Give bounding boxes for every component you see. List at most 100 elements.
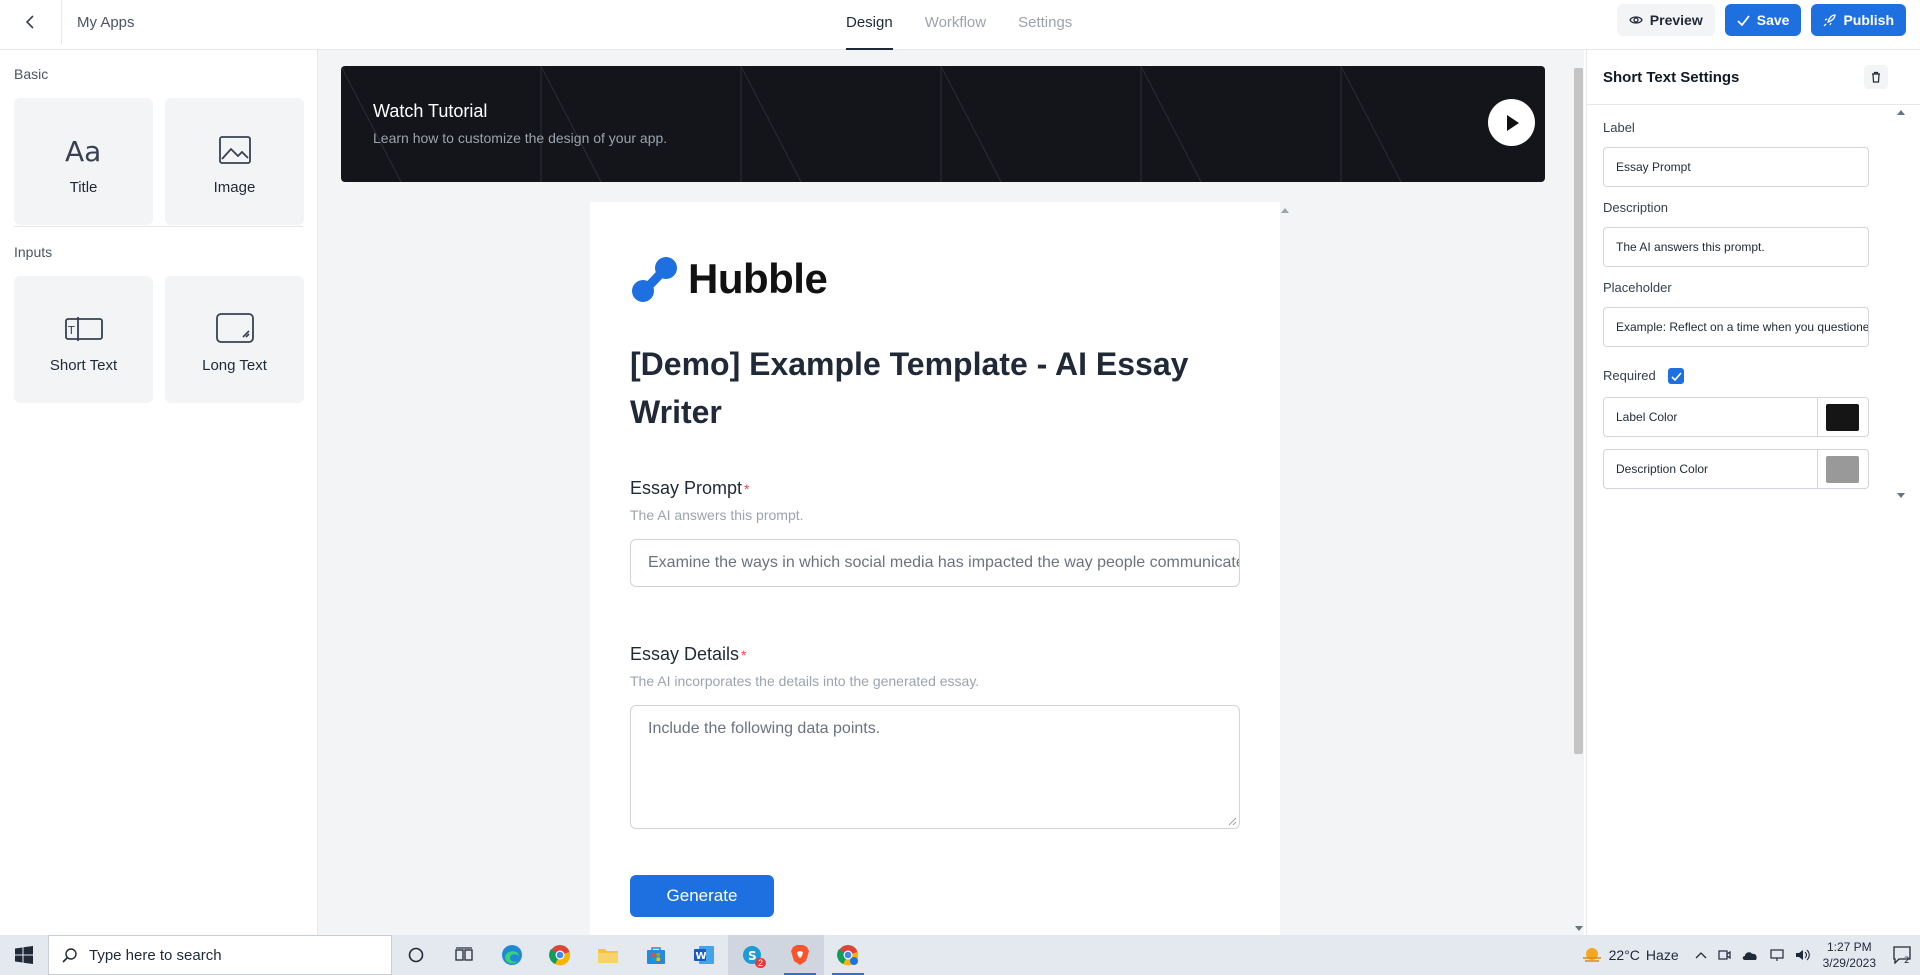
notification-badge: 2 <box>754 958 766 968</box>
settings-panel: Short Text Settings Label Essay Prompt D… <box>1586 50 1920 935</box>
section-divider <box>14 226 303 227</box>
required-checkbox[interactable] <box>1668 368 1684 384</box>
divider <box>1817 398 1818 436</box>
essay-details-label[interactable]: Essay Details * <box>630 644 747 665</box>
short-text-icon: T <box>64 311 103 345</box>
check-icon <box>1670 371 1682 381</box>
tab-settings[interactable]: Settings <box>1018 0 1072 50</box>
breadcrumb-my-apps[interactable]: My Apps <box>77 14 135 31</box>
svg-text:T: T <box>67 324 75 337</box>
blocks-panel: Basic Aa Title Image Inputs T Short Text… <box>0 50 318 935</box>
trash-icon <box>1872 71 1880 83</box>
save-button[interactable]: Save <box>1724 4 1802 36</box>
file-explorer-icon[interactable] <box>584 935 632 975</box>
placeholder-field[interactable]: Example: Reflect on a time when you ques… <box>1603 307 1869 347</box>
block-short-text[interactable]: T Short Text <box>14 276 153 403</box>
block-title[interactable]: Aa Title <box>14 98 153 225</box>
description-color-swatch[interactable] <box>1826 456 1859 483</box>
system-tray: 22°C Haze 1:27 PM 3/29/2023 2 <box>1581 935 1920 975</box>
tab-workflow[interactable]: Workflow <box>925 0 986 50</box>
scroll-down-arrow-icon[interactable] <box>1896 492 1906 500</box>
canvas-scrollbar[interactable] <box>1572 64 1584 935</box>
scroll-down-arrow-icon[interactable] <box>1574 925 1584 933</box>
network-icon[interactable] <box>1769 948 1785 962</box>
generate-button[interactable]: Generate <box>630 875 774 917</box>
volume-icon[interactable] <box>1795 948 1811 962</box>
play-button[interactable] <box>1488 99 1535 146</box>
preview-button[interactable]: Preview <box>1616 4 1715 36</box>
windows-taskbar: Type here to search W S 2 22°C Haze 1:27… <box>0 935 1920 975</box>
settings-title: Short Text Settings <box>1603 69 1740 86</box>
onedrive-cloud-icon[interactable] <box>1741 949 1759 961</box>
publish-button[interactable]: Publish <box>1811 4 1906 36</box>
description-field[interactable]: The AI answers this prompt. <box>1603 227 1869 267</box>
tab-bar: Design Workflow Settings <box>846 0 1072 50</box>
taskbar-search-placeholder: Type here to search <box>89 946 222 964</box>
long-text-icon <box>215 311 254 345</box>
delete-block-button[interactable] <box>1864 65 1888 89</box>
essay-details-textarea[interactable]: Include the following data points. <box>630 705 1240 829</box>
task-view-icon[interactable] <box>440 935 488 975</box>
edge-browser-icon[interactable] <box>488 935 536 975</box>
required-star: * <box>741 647 747 663</box>
microsoft-store-icon[interactable] <box>632 935 680 975</box>
taskbar-search-box[interactable]: Type here to search <box>48 935 392 975</box>
clock-time: 1:27 PM <box>1826 940 1872 954</box>
weather-widget[interactable]: 22°C Haze <box>1581 946 1679 964</box>
chrome-profile-icon[interactable] <box>824 935 872 975</box>
essay-details-placeholder: Include the following data points. <box>648 720 881 737</box>
tutorial-subtitle: Learn how to customize the design of you… <box>373 130 668 146</box>
chrome-icon[interactable] <box>536 935 584 975</box>
tray-icons <box>1695 948 1811 962</box>
brave-browser-icon[interactable] <box>776 935 824 975</box>
top-bar: My Apps Design Workflow Settings Preview… <box>0 0 1920 50</box>
description-color-row: Description Color <box>1603 449 1869 489</box>
scroll-up-arrow-icon[interactable] <box>1896 108 1906 116</box>
word-icon[interactable]: W <box>680 935 728 975</box>
skype-icon[interactable]: S 2 <box>728 935 776 975</box>
settings-scrollbar[interactable] <box>1895 106 1907 502</box>
label-color-swatch[interactable] <box>1826 404 1859 431</box>
cortana-icon[interactable] <box>392 935 440 975</box>
start-button[interactable] <box>0 935 48 975</box>
block-short-text-label: Short Text <box>49 357 118 374</box>
back-button[interactable] <box>0 0 62 44</box>
notification-count: 2 <box>1904 956 1910 964</box>
essay-details-label-text: Essay Details <box>630 644 740 664</box>
block-long-text-label: Long Text <box>202 357 267 374</box>
tutorial-title: Watch Tutorial <box>373 101 488 121</box>
hubble-logo-mark <box>632 257 677 302</box>
notification-center-button[interactable]: 2 <box>1886 935 1920 975</box>
required-star: * <box>744 481 750 497</box>
essay-prompt-description: The AI answers this prompt. <box>630 507 804 523</box>
tab-design[interactable]: Design <box>846 0 893 50</box>
scroll-up-arrow-icon[interactable] <box>1280 206 1290 214</box>
essay-prompt-label[interactable]: Essay Prompt * <box>630 478 750 499</box>
label-field[interactable]: Essay Prompt <box>1603 147 1869 187</box>
resize-grip-icon[interactable] <box>1227 816 1237 826</box>
block-image[interactable]: Image <box>165 98 304 225</box>
label-color-row: Label Color <box>1603 397 1869 437</box>
publish-label: Publish <box>1843 12 1894 28</box>
divider <box>1817 450 1818 488</box>
image-icon <box>218 133 252 167</box>
system-clock[interactable]: 1:27 PM 3/29/2023 <box>1823 939 1876 971</box>
label-color-caption: Label Color <box>1616 410 1678 424</box>
essay-prompt-input[interactable]: Examine the ways in which social media h… <box>630 539 1240 587</box>
banner-pattern <box>341 66 1402 182</box>
placeholder-caption: Placeholder <box>1603 280 1672 295</box>
hubble-logo: Hubble <box>630 254 828 304</box>
chevron-left-icon <box>25 15 34 29</box>
meet-now-icon[interactable] <box>1717 948 1731 962</box>
svg-text:W: W <box>696 951 707 962</box>
inputs-section-label: Inputs <box>14 244 53 260</box>
settings-header: Short Text Settings <box>1587 50 1920 105</box>
form-title[interactable]: [Demo] Example Template - AI Essay Write… <box>630 340 1230 436</box>
check-icon <box>1737 14 1750 26</box>
basic-section-label: Basic <box>14 66 49 82</box>
tutorial-banner[interactable]: Watch Tutorial Learn how to customize th… <box>341 66 1545 182</box>
block-long-text[interactable]: Long Text <box>165 276 304 403</box>
chevron-up-icon[interactable] <box>1695 951 1707 959</box>
canvas-scroll-thumb[interactable] <box>1574 68 1583 754</box>
save-label: Save <box>1756 12 1790 28</box>
